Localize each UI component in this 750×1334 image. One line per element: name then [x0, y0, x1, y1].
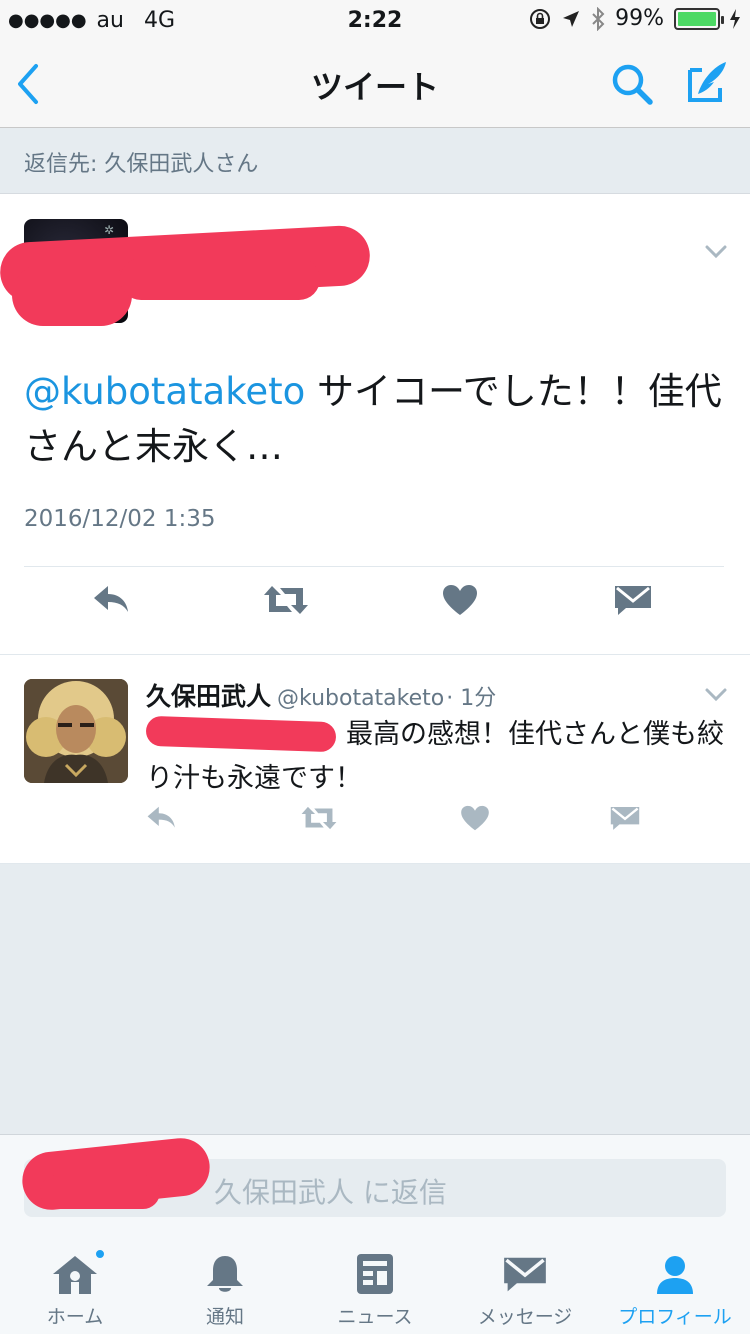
like-button[interactable]	[442, 584, 478, 620]
tab-bar: ホーム 通知 ニュース メッセージ プロフィール	[0, 1244, 750, 1334]
location-arrow-icon	[563, 10, 580, 27]
compose-button[interactable]	[684, 58, 730, 110]
retweet-icon	[301, 806, 337, 830]
mention-link[interactable]: @kubotataketo	[24, 370, 305, 413]
charging-icon	[730, 8, 740, 29]
envelope-icon	[504, 1257, 546, 1292]
tab-label: メッセージ	[477, 1306, 573, 1328]
compose-icon	[688, 62, 726, 102]
tab-home[interactable]: ホーム	[0, 1244, 150, 1334]
reply-tweet[interactable]: 久保田武人 @kubotataketo· 1分 最高の感想！佳代さんと僕も絞り汁も…	[0, 654, 750, 864]
search-button[interactable]	[610, 62, 654, 110]
home-icon	[53, 1256, 97, 1294]
reply-icon	[147, 806, 175, 828]
tab-label: ニュース	[337, 1306, 413, 1328]
divider	[24, 566, 724, 567]
reply-icon	[94, 586, 128, 612]
user-handle[interactable]: @kubotataketo	[277, 686, 444, 711]
envelope-icon	[610, 806, 640, 830]
nav-bar: ツイート	[0, 40, 750, 128]
tab-profile[interactable]: プロフィール	[600, 1244, 750, 1334]
tweet-actions	[0, 805, 750, 845]
reply-button[interactable]	[146, 805, 178, 835]
tab-messages[interactable]: メッセージ	[450, 1244, 600, 1334]
avatar-image	[24, 679, 128, 783]
profile-icon	[657, 1256, 693, 1294]
search-icon	[612, 64, 653, 105]
news-icon	[357, 1254, 393, 1294]
envelope-icon	[615, 586, 651, 615]
tweet-text: @kubotataketo サイコーでした！！佳代さんと末永く…	[24, 364, 724, 474]
reply-placeholder: 久保田武人 に返信	[214, 1176, 447, 1209]
relative-time: · 1分	[446, 686, 497, 711]
tab-news[interactable]: ニュース	[300, 1244, 450, 1334]
reply-header: 久保田武人 @kubotataketo· 1分	[146, 677, 496, 713]
notification-dot	[94, 1248, 106, 1260]
focused-tweet: ✲ ✲ @kubotataketo サイコーでした！！佳代さんと末永く… 201…	[0, 194, 750, 654]
bell-icon	[207, 1256, 243, 1292]
display-name[interactable]: 久保田武人	[146, 682, 271, 711]
status-bar: ●●●●● au 4G 2:22 99%	[0, 0, 750, 40]
bluetooth-icon	[592, 6, 605, 31]
reply-to-context: 返信先: 久保田武人さん	[0, 128, 750, 194]
reply-button[interactable]	[92, 584, 132, 620]
redaction-mark	[120, 258, 320, 300]
heart-icon	[461, 805, 489, 831]
status-right: 99%	[529, 6, 740, 31]
chevron-down-icon[interactable]	[704, 244, 728, 260]
rotation-lock-icon	[530, 8, 551, 29]
direct-message-button[interactable]	[614, 584, 652, 620]
tab-label: ホーム	[46, 1306, 104, 1328]
tab-label: 通知	[205, 1306, 244, 1328]
direct-message-button[interactable]	[610, 805, 640, 835]
tweet-actions	[0, 584, 750, 634]
battery-icon	[674, 7, 724, 30]
heart-icon	[443, 585, 477, 615]
tweet-timestamp: 2016/12/02 1:35	[24, 506, 216, 532]
retweet-button[interactable]	[300, 805, 338, 835]
avatar[interactable]	[24, 679, 128, 783]
retweet-icon	[264, 586, 308, 614]
sparkle-icon: ✲	[104, 223, 115, 237]
redaction-mark	[40, 1175, 160, 1209]
reply-composer: 久保田武人 に返信	[0, 1134, 750, 1244]
tab-notifications[interactable]: 通知	[150, 1244, 300, 1334]
redaction-mark	[12, 264, 132, 326]
chevron-down-icon[interactable]	[704, 687, 728, 703]
battery-percent: 99%	[615, 6, 664, 31]
like-button[interactable]	[460, 805, 490, 835]
tab-label: プロフィール	[618, 1306, 732, 1328]
retweet-button[interactable]	[262, 584, 310, 620]
